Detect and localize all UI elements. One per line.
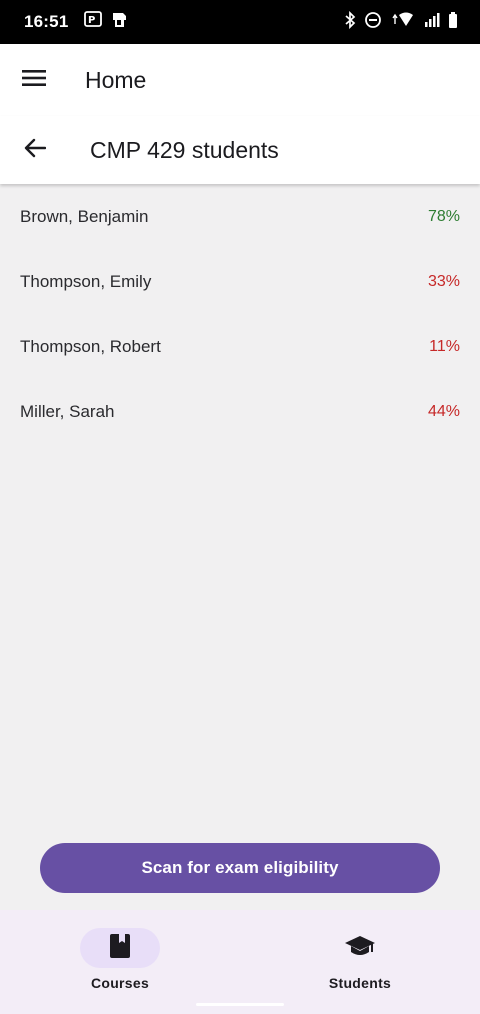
app-screen: 16:51 P Home CMP 429 students Brown, Ben… bbox=[0, 0, 480, 1014]
hamburger-menu-icon bbox=[22, 69, 46, 92]
battery-icon bbox=[448, 11, 458, 34]
graduation-cap-icon bbox=[344, 934, 376, 963]
student-percent: 11% bbox=[429, 337, 460, 355]
student-name: Brown, Benjamin bbox=[20, 206, 149, 226]
signal-icon bbox=[424, 12, 440, 33]
back-button[interactable] bbox=[0, 116, 70, 184]
student-row[interactable]: Brown, Benjamin 78% bbox=[0, 184, 480, 249]
menu-button[interactable] bbox=[0, 44, 68, 116]
svg-text:P: P bbox=[88, 15, 95, 26]
student-row[interactable]: Thompson, Robert 11% bbox=[0, 314, 480, 379]
status-time: 16:51 bbox=[24, 12, 69, 31]
wifi-icon bbox=[390, 11, 416, 34]
student-percent: 33% bbox=[427, 272, 460, 290]
student-percent: 44% bbox=[427, 402, 460, 420]
student-list: Brown, Benjamin 78% Thompson, Emily 33% … bbox=[0, 184, 480, 444]
nav-label-students: Students bbox=[328, 975, 392, 991]
top-app-bar: Home bbox=[0, 44, 480, 116]
scan-eligibility-button[interactable]: Scan for exam eligibility bbox=[40, 843, 440, 893]
student-name: Miller, Sarah bbox=[20, 401, 115, 421]
p-icon: P bbox=[84, 10, 103, 34]
student-name: Thompson, Emily bbox=[20, 271, 152, 291]
status-bar: 16:51 P bbox=[0, 0, 480, 44]
nav-label-courses: Courses bbox=[90, 975, 150, 991]
sim-notification-icon bbox=[110, 11, 128, 34]
nav-item-courses[interactable]: Courses bbox=[0, 910, 240, 1014]
arrow-back-icon bbox=[24, 138, 47, 163]
gesture-home-bar[interactable] bbox=[196, 1003, 284, 1006]
app-bar-title: Home bbox=[85, 66, 147, 93]
student-name: Thompson, Robert bbox=[20, 336, 161, 356]
student-row[interactable]: Miller, Sarah 44% bbox=[0, 379, 480, 444]
nav-item-students[interactable]: Students bbox=[240, 910, 480, 1014]
book-icon bbox=[109, 933, 131, 964]
student-percent: 78% bbox=[427, 207, 460, 225]
bluetooth-icon bbox=[344, 10, 356, 34]
do-not-disturb-icon bbox=[364, 11, 382, 34]
active-indicator bbox=[80, 928, 160, 968]
student-row[interactable]: Thompson, Emily 33% bbox=[0, 249, 480, 314]
course-header: CMP 429 students bbox=[0, 116, 480, 184]
bottom-navigation: Courses Students bbox=[0, 910, 480, 1014]
page-title: CMP 429 students bbox=[90, 136, 279, 163]
inactive-indicator bbox=[320, 928, 400, 968]
